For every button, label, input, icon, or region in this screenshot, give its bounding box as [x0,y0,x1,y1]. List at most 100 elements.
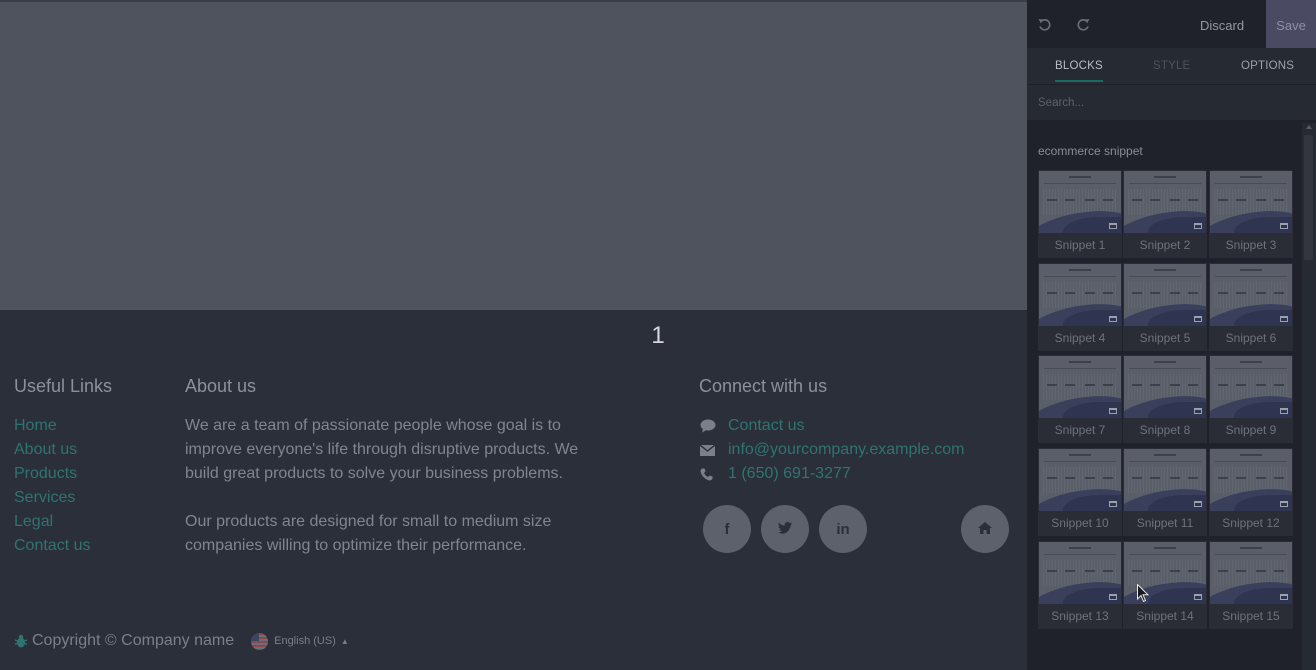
snippet-card[interactable]: Snippet 10 [1038,448,1122,536]
about-paragraph-1: We are a team of passionate people whose… [185,417,579,482]
snippet-card[interactable]: Snippet 8 [1123,355,1207,443]
snippet-label: Snippet 12 [1222,516,1280,530]
contact-us-link[interactable]: Contact us [728,414,804,438]
useful-links-title: Useful Links [14,376,113,396]
envelope-icon [700,444,728,456]
phone-icon [700,468,728,481]
snippet-search [1027,84,1316,120]
connect-title: Connect with us [699,376,828,396]
snippet-label: Snippet 9 [1225,423,1277,437]
snippet-card[interactable]: Snippet 12 [1209,448,1293,536]
language-selector[interactable]: English (US) ▲ [251,632,349,650]
snippet-label: Snippet 11 [1136,516,1194,530]
snippet-thumbnail [1124,264,1206,326]
snippet-thumbnail [1210,449,1292,511]
footer-link-home[interactable]: Home [14,414,90,438]
snippet-thumbnail [1210,171,1292,233]
linkedin-icon: in [836,520,850,538]
snippet-label: Snippet 7 [1054,423,1106,437]
snippet-thumbnail [1039,449,1121,511]
snippet-label: Snippet 8 [1139,423,1191,437]
footer-link-services[interactable]: Services [14,486,90,510]
snippet-label: Snippet 10 [1051,516,1109,530]
snippet-label: Snippet 5 [1139,331,1191,345]
snippet-label: Snippet 15 [1222,609,1280,623]
language-label: English (US) [274,635,336,647]
about-us-text: We are a team of passionate people whose… [185,414,595,558]
snippet-card[interactable]: Snippet 2 [1123,170,1207,258]
comment-icon [700,419,728,433]
bug-icon[interactable] [14,634,28,648]
snippet-label: Snippet 4 [1054,331,1106,345]
editor-toolbar: Discard Save [1027,0,1316,48]
snippet-card[interactable]: Snippet 13 [1038,541,1122,629]
snippet-label: Snippet 1 [1054,238,1106,252]
snippet-card[interactable]: Snippet 7 [1038,355,1122,443]
snippet-card[interactable]: Snippet 3 [1209,170,1293,258]
email-item[interactable]: info@yourcompany.example.com [700,438,965,462]
footer-link-contact-us[interactable]: Contact us [14,534,90,558]
editor-panel: Discard Save BLOCKS STYLE OPTIONS ecomme… [1027,0,1316,670]
about-us-title: About us [185,376,257,396]
snippet-card[interactable]: Snippet 14 [1123,541,1207,629]
snippet-thumbnail [1039,542,1121,604]
snippet-thumbnail [1124,171,1206,233]
copyright-text: Copyright © Company name [32,632,235,649]
tab-options[interactable]: OPTIONS [1241,48,1294,84]
phone-item[interactable]: 1 (650) 691-3277 [700,462,965,486]
facebook-button[interactable]: f [703,505,751,553]
snippet-thumbnail [1124,356,1206,418]
email-link[interactable]: info@yourcompany.example.com [728,438,965,462]
tab-style[interactable]: STYLE [1153,48,1190,84]
website-page: 1 Useful Links Home About us Products Se… [0,0,1027,670]
footer: 1 Useful Links Home About us Products Se… [0,310,1027,670]
useful-links-list: Home About us Products Services Legal Co… [14,414,90,558]
snippet-thumbnail [1210,356,1292,418]
copyright-bar: Copyright © Company name English (US) ▲ [14,632,349,650]
twitter-button[interactable] [761,505,809,553]
linkedin-button[interactable]: in [819,505,867,553]
snippet-thumbnail [1039,171,1121,233]
footer-link-products[interactable]: Products [14,462,90,486]
tab-blocks[interactable]: BLOCKS [1055,48,1103,82]
contact-item[interactable]: Contact us [700,414,965,438]
snippet-thumbnail [1039,264,1121,326]
home-button[interactable] [961,505,1009,553]
about-paragraph-2: Our products are designed for small to m… [185,513,552,554]
redo-icon[interactable] [1075,16,1091,32]
snippet-card[interactable]: Snippet 4 [1038,263,1122,351]
hero-section[interactable] [0,0,1027,310]
us-flag-icon [251,632,269,650]
mouse-cursor [1137,583,1150,608]
snippet-label: Snippet 14 [1136,609,1194,623]
caret-up-icon: ▲ [340,636,349,646]
snippet-card[interactable]: Snippet 6 [1209,263,1293,351]
snippet-thumbnail [1210,264,1292,326]
facebook-icon: f [724,520,730,538]
scroll-up-arrow[interactable] [1306,125,1312,129]
contact-list: Contact us info@yourcompany.example.com … [700,414,965,486]
editor-tabs: BLOCKS STYLE OPTIONS [1027,48,1316,84]
snippet-card[interactable]: Snippet 15 [1209,541,1293,629]
home-icon [978,521,992,538]
snippet-card[interactable]: Snippet 5 [1123,263,1207,351]
twitter-icon [778,521,792,538]
snippet-card[interactable]: Snippet 1 [1038,170,1122,258]
section-title: ecommerce snippet [1038,144,1143,158]
snippet-thumbnail [1210,542,1292,604]
discard-button[interactable]: Discard [1200,0,1244,48]
phone-link[interactable]: 1 (650) 691-3277 [728,462,851,486]
save-button[interactable]: Save [1266,0,1316,48]
snippets-list: ecommerce snippet Snippet 1 Snippet 2 Snip… [1027,121,1316,670]
snippet-thumbnail [1124,449,1206,511]
footer-link-legal[interactable]: Legal [14,510,90,534]
footer-link-about-us[interactable]: About us [14,438,90,462]
snippet-label: Snippet 13 [1051,609,1109,623]
scrollbar-thumb[interactable] [1304,135,1313,260]
undo-icon[interactable] [1036,16,1052,32]
snippet-label: Snippet 2 [1139,238,1191,252]
snippet-thumbnail [1039,356,1121,418]
snippet-card[interactable]: Snippet 11 [1123,448,1207,536]
search-input[interactable] [1027,85,1316,120]
snippet-card[interactable]: Snippet 9 [1209,355,1293,443]
